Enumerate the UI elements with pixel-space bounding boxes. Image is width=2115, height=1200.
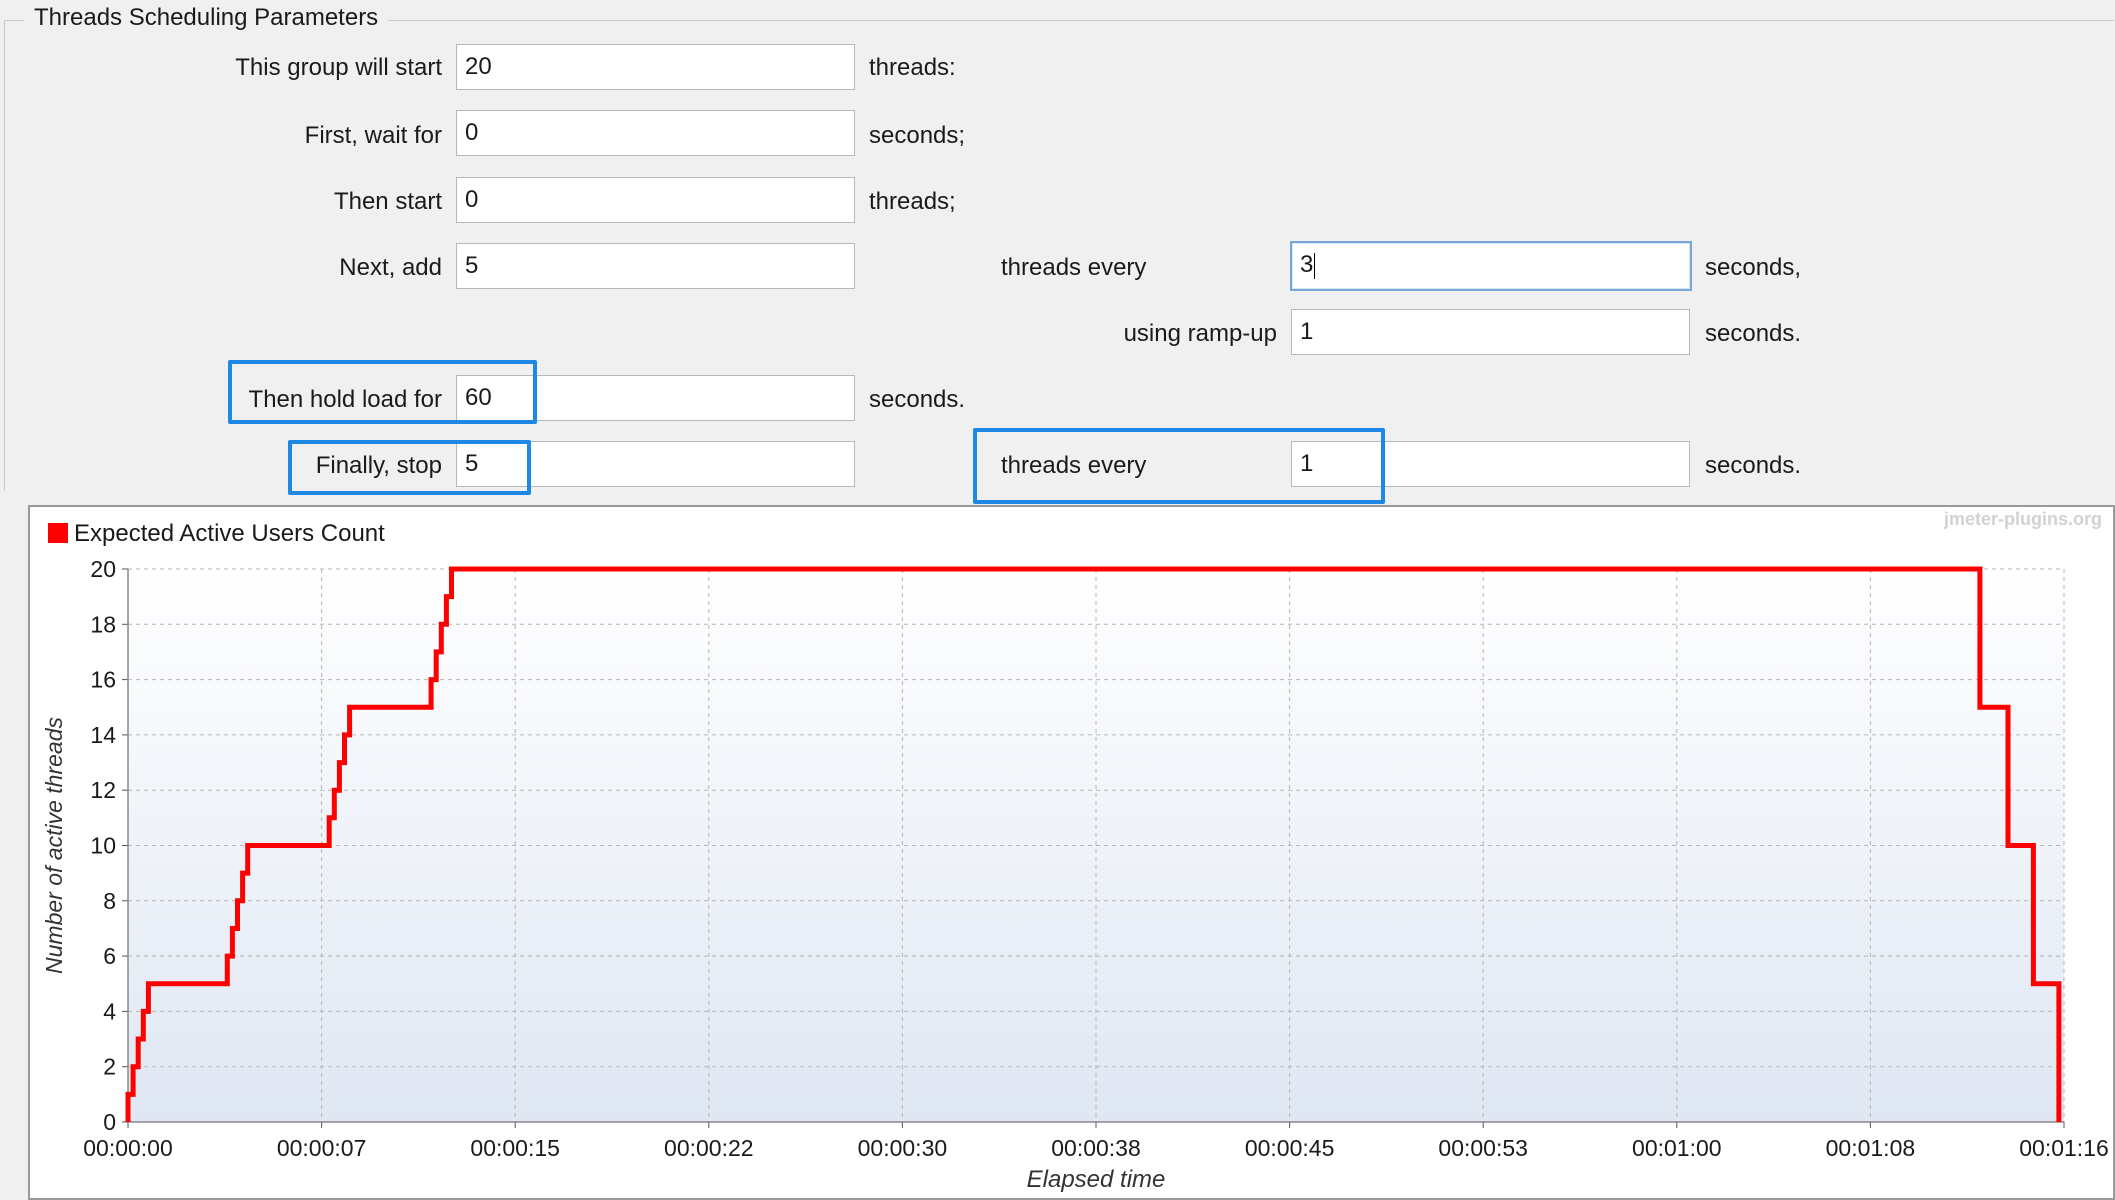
stop-every-unit: seconds. [1705, 452, 1802, 479]
x-tick-label: 00:00:45 [1245, 1135, 1335, 1161]
x-axis-label: Elapsed time [1027, 1166, 1166, 1193]
x-tick-label: 00:00:38 [1051, 1135, 1141, 1161]
x-tick-label: 00:00:22 [664, 1135, 754, 1161]
next-add-input[interactable]: 5 [456, 243, 855, 289]
hold-load-unit: seconds. [869, 386, 966, 413]
active-threads-chart: jmeter-plugins.org Expected Active Users… [28, 505, 2115, 1200]
then-start-input[interactable]: 0 [456, 177, 855, 223]
x-tick-label: 00:01:00 [1632, 1135, 1722, 1161]
finally-stop-label: Finally, stop [315, 452, 442, 479]
y-tick-label: 14 [90, 722, 116, 748]
y-tick-label: 10 [90, 833, 116, 859]
section-title: Threads Scheduling Parameters [24, 4, 389, 32]
x-tick-label: 00:00:53 [1438, 1135, 1528, 1161]
next-add-label: Next, add [339, 254, 442, 281]
legend-label: Expected Active Users Count [74, 520, 385, 547]
y-tick-label: 18 [90, 611, 116, 637]
start-threads-input[interactable]: 20 [456, 44, 855, 90]
initial-delay-unit: seconds; [869, 122, 966, 149]
initial-delay-label: First, wait for [304, 122, 442, 149]
y-tick-label: 20 [90, 556, 116, 582]
y-tick-label: 8 [103, 888, 116, 914]
y-tick-label: 2 [103, 1054, 116, 1080]
text-caret [1314, 252, 1316, 279]
threads-every-input[interactable]: 3 [1290, 241, 1692, 291]
initial-delay-input[interactable]: 0 [456, 110, 855, 156]
x-tick-label: 00:00:00 [83, 1135, 173, 1161]
x-tick-label: 00:01:08 [1826, 1135, 1916, 1161]
x-tick-label: 00:00:15 [470, 1135, 560, 1161]
threads-every-unit: seconds, [1705, 254, 1802, 281]
y-tick-label: 4 [103, 998, 116, 1024]
threads-every-label: threads every [1001, 254, 1147, 281]
legend-swatch [48, 523, 68, 543]
finally-stop-input[interactable]: 5 [456, 441, 855, 487]
then-start-label: Then start [333, 188, 442, 215]
y-tick-label: 12 [90, 777, 116, 803]
hold-load-label: Then hold load for [248, 386, 442, 413]
hold-load-input[interactable]: 60 [456, 375, 855, 421]
y-tick-label: 0 [103, 1109, 116, 1135]
stop-every-input[interactable]: 1 [1291, 441, 1690, 487]
rampup-unit: seconds. [1705, 320, 1802, 347]
rampup-label: using ramp-up [1123, 320, 1277, 347]
watermark-text: jmeter-plugins.org [1943, 509, 2102, 529]
y-tick-label: 6 [103, 943, 116, 969]
x-tick-label: 00:00:30 [858, 1135, 948, 1161]
y-tick-label: 16 [90, 667, 116, 693]
stop-every-label: threads every [1001, 452, 1147, 479]
y-axis-label: Number of active threads [41, 717, 67, 974]
then-start-unit: threads; [869, 188, 956, 215]
start-threads-unit: threads: [869, 54, 956, 81]
chart-svg: jmeter-plugins.org Expected Active Users… [41, 509, 2109, 1193]
x-tick-label: 00:00:07 [277, 1135, 367, 1161]
start-threads-label: This group will start [235, 54, 442, 81]
x-tick-label: 00:01:16 [2019, 1135, 2109, 1161]
rampup-input[interactable]: 1 [1291, 309, 1690, 355]
threads-every-value: 3 [1300, 251, 1314, 278]
